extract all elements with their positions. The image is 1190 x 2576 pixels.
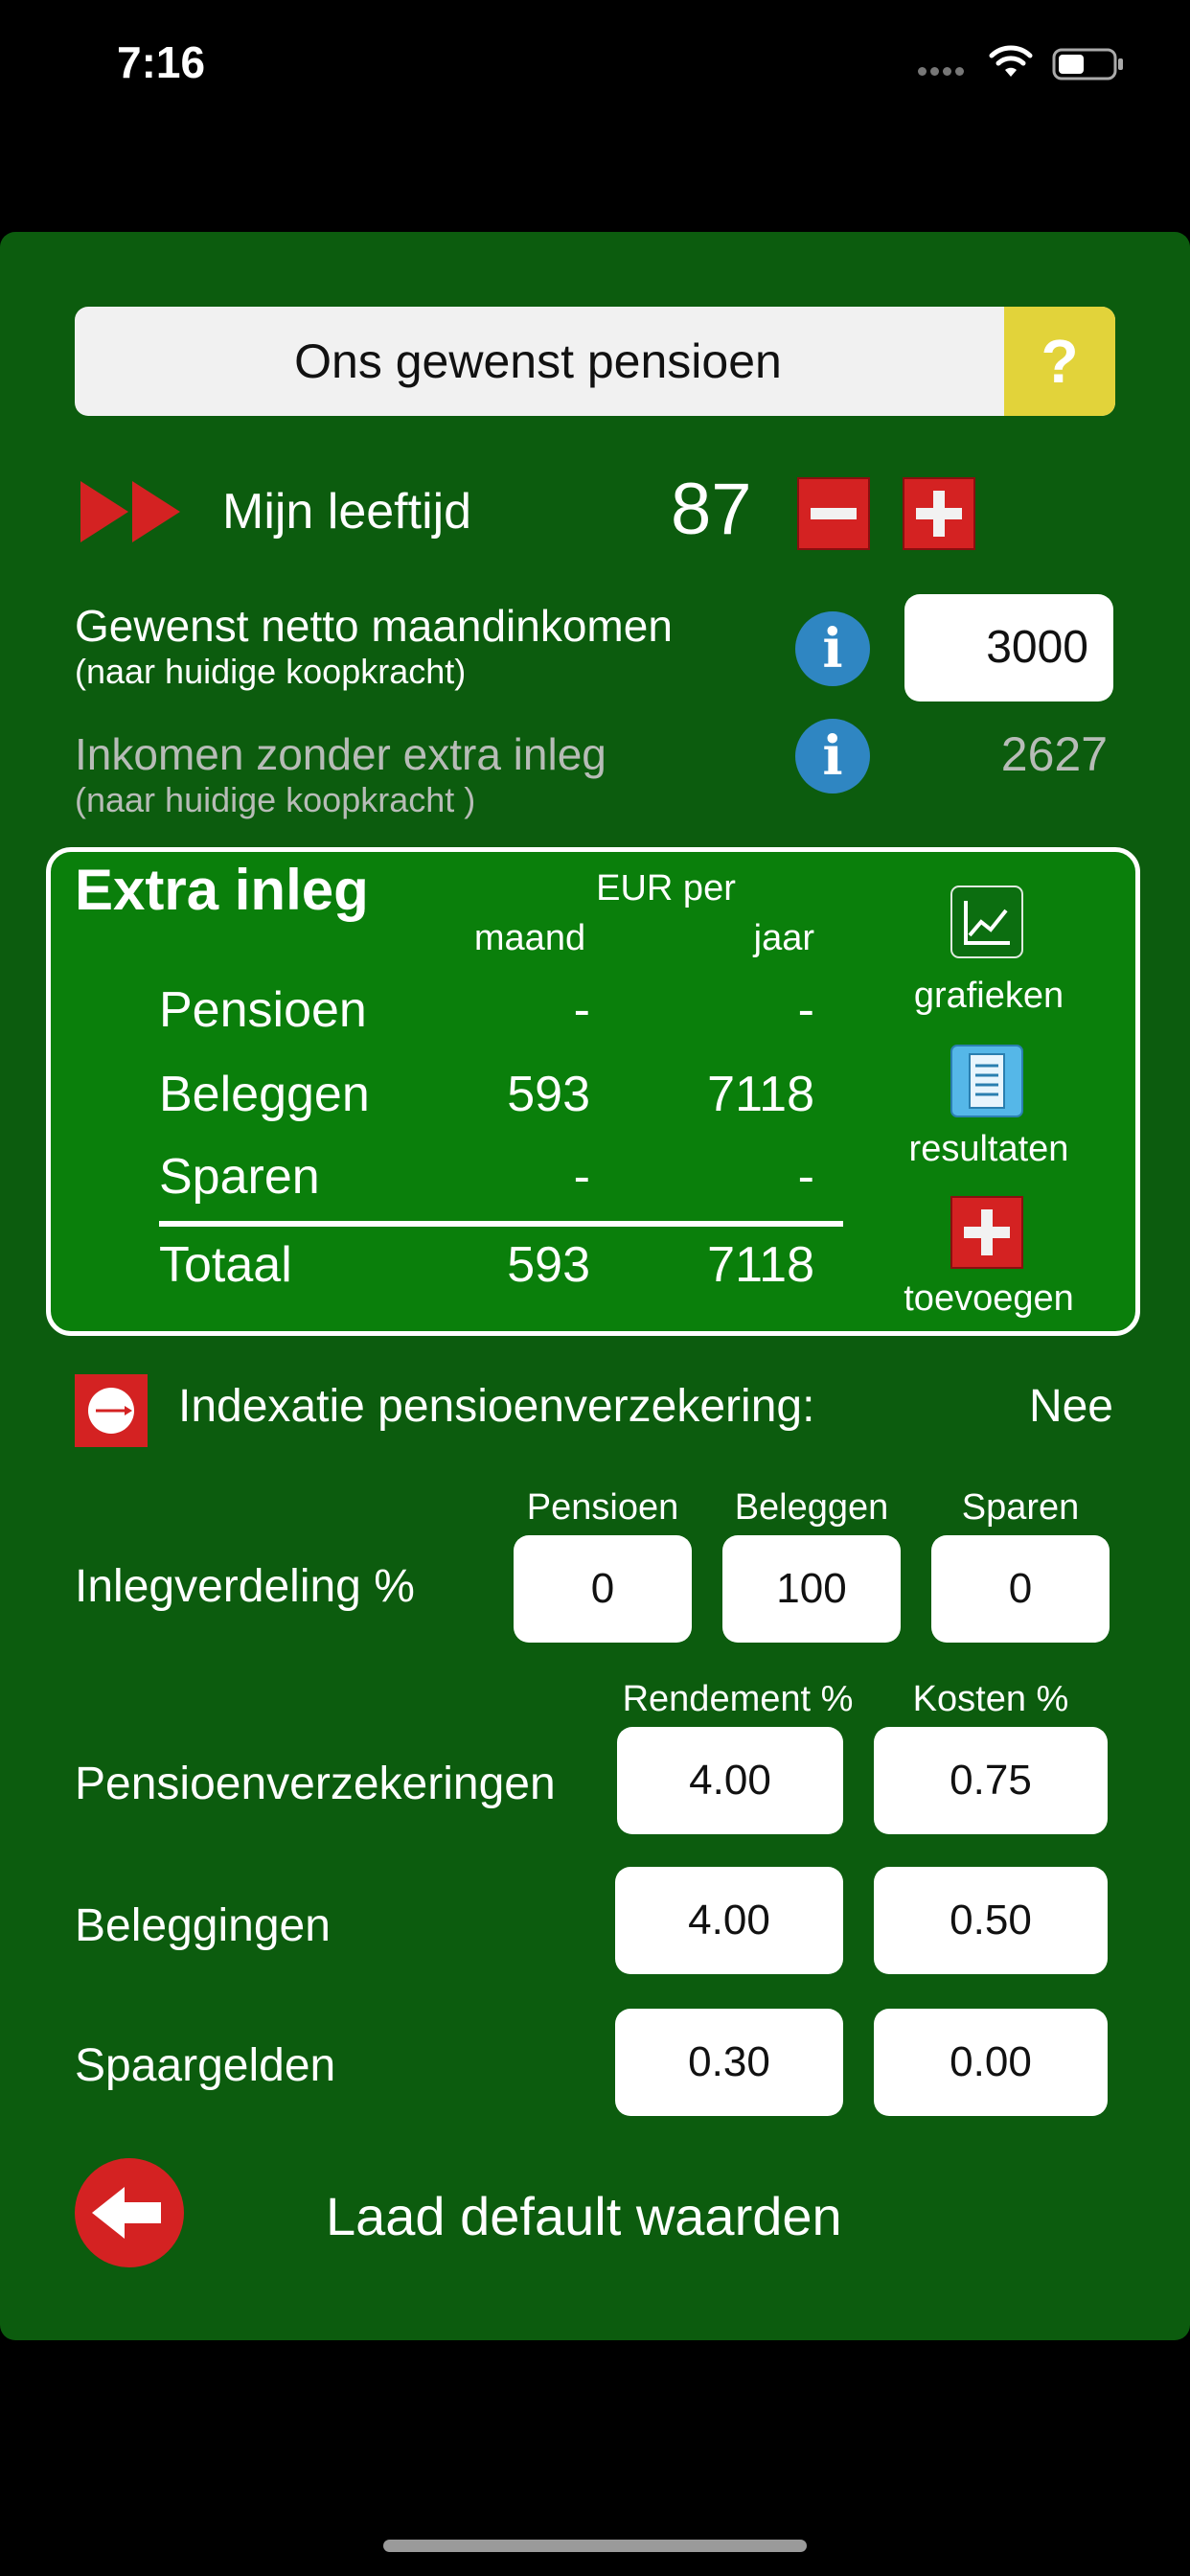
distribution-label: Inlegverdeling % (75, 1561, 415, 1612)
desired-income-label: Gewenst netto maandinkomen (75, 601, 673, 651)
help-button[interactable]: ? (1004, 307, 1115, 416)
info-icon[interactable]: i (795, 719, 870, 794)
row-label-beleggingen: Beleggingen (75, 1900, 331, 1951)
add-button[interactable] (950, 1196, 1023, 1269)
beleggingen-costs-input[interactable]: 0.50 (874, 1867, 1108, 1974)
pensioen-year-value: - (797, 982, 814, 1038)
wifi-icon (989, 45, 1033, 77)
income-without-label: Inkomen zonder extra inleg (75, 729, 606, 779)
battery-icon (1052, 48, 1123, 80)
total-year-value: 7118 (707, 1237, 814, 1293)
row-label-pensioen: Pensioen (159, 982, 367, 1038)
pensioenverzekeringen-costs-input[interactable]: 0.75 (874, 1727, 1108, 1834)
row-label-spaargelden: Spaargelden (75, 2040, 336, 2091)
extra-inleg-title: Extra inleg (75, 858, 369, 922)
spaargelden-costs-input[interactable]: 0.00 (874, 2009, 1108, 2116)
pensioenverzekeringen-return-input[interactable]: 4.00 (617, 1727, 843, 1834)
minus-icon (811, 508, 857, 519)
dist-header-beleggen: Beleggen (734, 1487, 889, 1528)
row-label-beleggen: Beleggen (159, 1067, 370, 1122)
income-without-sublabel: (naar huidige koopkracht ) (75, 780, 476, 819)
sparen-month-value: - (573, 1149, 590, 1205)
back-arrow-icon[interactable] (73, 2156, 186, 2269)
add-label[interactable]: toevoegen (883, 1278, 1094, 1320)
column-month-header: maand (473, 918, 586, 958)
beleggingen-return-input[interactable]: 4.00 (615, 1867, 843, 1974)
total-month-value: 593 (507, 1237, 590, 1293)
fast-forward-icon[interactable] (80, 481, 184, 542)
charts-label[interactable]: grafieken (883, 976, 1094, 1017)
desired-income-input[interactable]: 3000 (904, 594, 1113, 702)
page-title: Ons gewenst pensioen (294, 334, 782, 388)
row-label-sparen: Sparen (159, 1149, 320, 1205)
desired-income-sublabel: (naar huidige koopkracht) (75, 652, 467, 691)
age-increase-button[interactable] (903, 477, 975, 550)
age-decrease-button[interactable] (797, 477, 870, 550)
title-bar: Ons gewenst pensioen ? (75, 307, 1115, 416)
beleggen-month-value: 593 (507, 1067, 590, 1122)
pensioen-month-value: - (573, 982, 590, 1038)
dist-beleggen-input[interactable]: 100 (722, 1535, 901, 1643)
row-label-totaal: Totaal (159, 1237, 292, 1293)
currency-header: EUR per (596, 868, 736, 908)
dist-header-pensioen: Pensioen (526, 1487, 679, 1528)
return-header: Rendement % (622, 1679, 854, 1719)
spaargelden-return-input[interactable]: 0.30 (615, 2009, 843, 2116)
arrow-right-icon[interactable] (75, 1374, 148, 1447)
results-label[interactable]: resultaten (883, 1129, 1094, 1170)
column-year-header: jaar (753, 918, 814, 958)
indexation-value[interactable]: Nee (996, 1380, 1113, 1433)
status-time: 7:16 (117, 37, 206, 87)
dist-header-sparen: Sparen (961, 1487, 1080, 1528)
sparen-year-value: - (797, 1149, 814, 1205)
dist-pensioen-input[interactable]: 0 (514, 1535, 692, 1643)
age-value: 87 (671, 469, 752, 550)
row-label-pensioenverzekeringen: Pensioenverzekeringen (75, 1759, 556, 1809)
document-icon[interactable] (950, 1045, 1023, 1117)
indexation-label: Indexatie pensioenverzekering: (178, 1381, 815, 1432)
age-label: Mijn leeftijd (222, 484, 472, 540)
total-divider (159, 1221, 843, 1227)
costs-header: Kosten % (912, 1679, 1069, 1719)
signal-icon (918, 63, 968, 80)
chart-icon[interactable] (950, 886, 1023, 958)
info-icon[interactable]: i (795, 611, 870, 686)
reset-defaults-button[interactable]: Laad default waarden (326, 2185, 842, 2247)
income-without-value: 2627 (1000, 727, 1108, 781)
home-indicator[interactable] (383, 2540, 807, 2552)
dist-sparen-input[interactable]: 0 (931, 1535, 1110, 1643)
beleggen-year-value: 7118 (707, 1067, 814, 1122)
